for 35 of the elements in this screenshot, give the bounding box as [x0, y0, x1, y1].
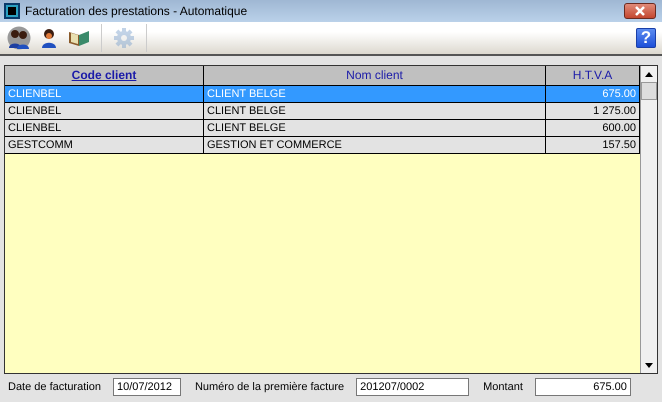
down-arrow-icon[interactable] [645, 362, 653, 368]
close-button[interactable] [624, 3, 656, 19]
up-arrow-icon[interactable] [645, 72, 653, 76]
table-cell: CLIENT BELGE [204, 86, 546, 103]
table-cell: CLIENT BELGE [204, 120, 546, 137]
table-cell: CLIENBEL [5, 103, 204, 120]
gear-icon [113, 27, 135, 49]
table-cell: CLIENBEL [5, 120, 204, 137]
field-label: Montant [483, 381, 523, 393]
table-cell: CLIENT BELGE [204, 103, 546, 120]
field-label: Date de facturation [8, 381, 101, 393]
input-field[interactable]: 10/07/2012 [112, 378, 181, 396]
person-icon [40, 27, 58, 49]
input-field[interactable]: 201207/0002 [356, 378, 470, 396]
scroll-thumb[interactable] [641, 82, 657, 100]
people-tool-button[interactable] [6, 25, 32, 51]
table-cell: CLIENBEL [5, 86, 204, 103]
window-title: Facturation des prestations - Automatique [25, 4, 248, 18]
field-label: Numéro de la première facture [194, 381, 344, 393]
help-button[interactable]: ? [636, 28, 656, 48]
table-cell: 1 275.00 [546, 103, 640, 120]
book-icon [68, 29, 90, 47]
people-icon [7, 26, 31, 50]
table-cell: 157.50 [546, 137, 640, 154]
table-cell: GESTION ET COMMERCE [204, 137, 546, 154]
table-cell: 675.00 [546, 86, 640, 103]
column-header[interactable]: Code client [5, 66, 204, 86]
table-cell: 600.00 [546, 120, 640, 137]
scrollbar[interactable] [640, 66, 657, 373]
close-icon [634, 6, 646, 16]
column-header[interactable]: H.T.V.A [546, 66, 640, 86]
column-header[interactable]: Nom client [204, 66, 546, 86]
table-cell: GESTCOMM [5, 137, 204, 154]
input-field[interactable]: 675.00 [534, 378, 631, 396]
app-icon [4, 3, 20, 19]
